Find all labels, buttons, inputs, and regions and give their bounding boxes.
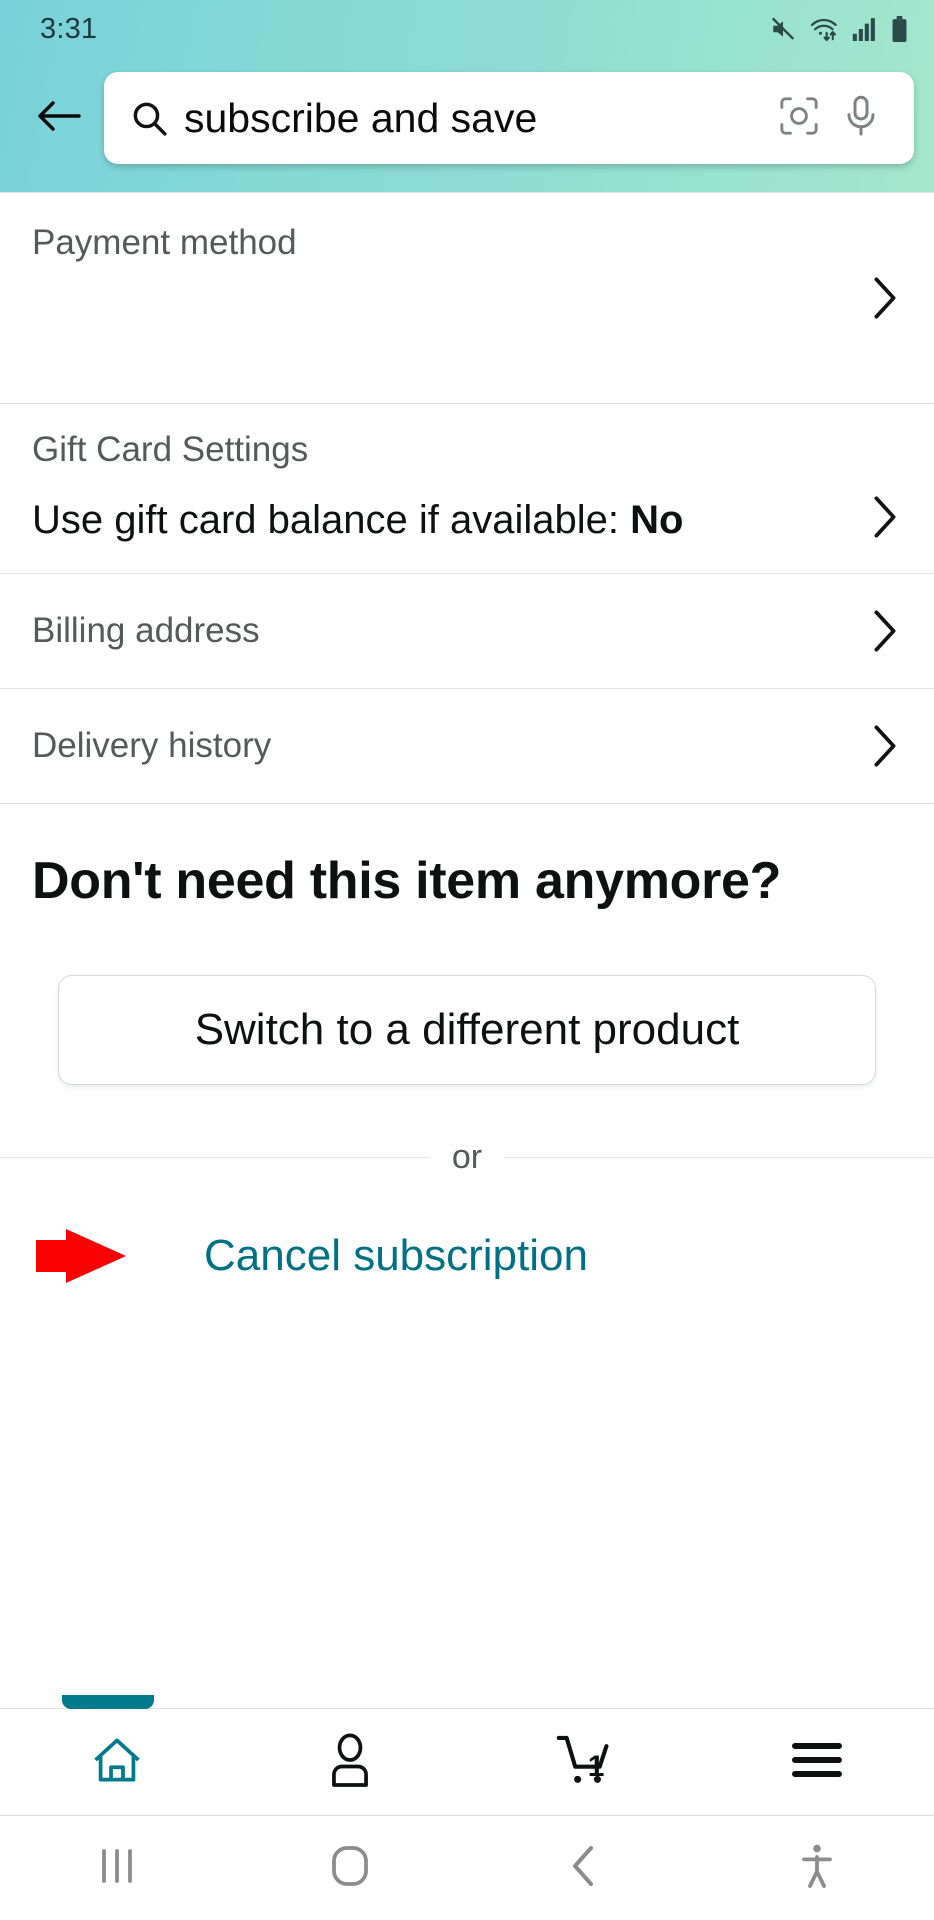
nav-item-cart[interactable]: 1 <box>467 1732 701 1793</box>
switch-product-button-label: Switch to a different product <box>194 1004 740 1054</box>
phone-screen: 3:31 subscribe and save Payment method G… <box>0 0 934 1920</box>
row-billing-address-body: Billing address <box>32 609 864 653</box>
accessibility-icon <box>800 1843 834 1894</box>
status-icon-group <box>768 16 908 42</box>
row-delivery-history-body: Delivery history <box>32 724 864 768</box>
active-tab-indicator <box>62 1695 154 1709</box>
chevron-right-icon <box>864 608 900 654</box>
system-home-button[interactable] <box>234 1844 468 1893</box>
cart-badge-count: 1 <box>587 1749 605 1783</box>
microphone-icon <box>843 95 879 142</box>
bottom-navigation-bar: 1 <box>0 1695 934 1816</box>
mute-icon <box>768 16 798 42</box>
battery-icon <box>891 16 908 42</box>
status-bar: 3:31 <box>0 0 934 58</box>
back-arrow-icon <box>36 97 82 140</box>
person-icon <box>324 1732 376 1793</box>
row-payment-method[interactable]: Payment method <box>0 193 934 403</box>
search-row: subscribe and save <box>0 58 934 178</box>
page-title: Don't need this item anymore? <box>32 851 782 910</box>
android-back-icon <box>569 1844 599 1893</box>
switch-product-button[interactable]: Switch to a different product <box>58 974 876 1085</box>
nav-item-home[interactable] <box>0 1732 234 1793</box>
voice-search-button[interactable] <box>830 95 892 142</box>
cancel-subscription-row: Cancel subscription <box>0 1177 934 1289</box>
camera-search-button[interactable] <box>768 96 830 141</box>
back-button[interactable] <box>18 77 100 159</box>
or-divider: or <box>0 1137 934 1177</box>
system-recents-button[interactable] <box>0 1846 234 1891</box>
content-area: Payment method Gift Card Settings Use gi… <box>0 192 934 1708</box>
cart-icon <box>553 1732 615 1793</box>
status-time: 3:31 <box>40 12 98 45</box>
gift-card-value-bold: No <box>630 497 684 542</box>
row-gift-card-settings[interactable]: Gift Card Settings Use gift card balance… <box>0 404 934 573</box>
system-back-button[interactable] <box>467 1844 701 1893</box>
row-gift-card-label: Gift Card Settings <box>32 430 309 469</box>
home-icon <box>89 1732 145 1793</box>
cancel-section: Don't need this item anymore? Switch to … <box>0 804 934 1085</box>
system-navigation-bar <box>0 1816 934 1920</box>
nav-item-menu[interactable] <box>701 1738 934 1787</box>
signal-icon <box>852 17 880 41</box>
app-header: 3:31 subscribe and save <box>0 0 934 192</box>
search-input[interactable]: subscribe and save <box>184 98 768 139</box>
row-delivery-history[interactable]: Delivery history <box>0 689 934 803</box>
row-gift-card-body: Gift Card Settings Use gift card balance… <box>32 428 864 547</box>
row-gift-card-value: Use gift card balance if available: No <box>32 494 840 547</box>
chevron-right-icon <box>864 494 900 540</box>
system-accessibility-button[interactable] <box>701 1843 934 1894</box>
row-delivery-history-label: Delivery history <box>32 725 272 765</box>
recent-apps-icon <box>98 1846 136 1891</box>
search-icon <box>130 99 168 137</box>
camera-lens-icon <box>779 96 819 141</box>
search-bar[interactable]: subscribe and save <box>104 72 914 164</box>
chevron-right-icon <box>864 275 900 321</box>
red-arrow-annotation <box>36 1223 188 1289</box>
or-divider-label: or <box>429 1139 505 1174</box>
row-payment-method-label: Payment method <box>32 223 297 262</box>
wifi-icon <box>809 16 841 42</box>
gift-card-value-prefix: Use gift card balance if available: <box>32 497 619 542</box>
nav-item-account[interactable] <box>234 1732 468 1793</box>
row-billing-address[interactable]: Billing address <box>0 574 934 688</box>
cancel-subscription-link[interactable]: Cancel subscription <box>204 1233 588 1278</box>
row-billing-address-label: Billing address <box>32 610 260 650</box>
android-home-icon <box>330 1844 370 1893</box>
chevron-right-icon <box>864 723 900 769</box>
row-payment-method-body: Payment method <box>32 193 864 265</box>
hamburger-menu-icon <box>789 1738 845 1787</box>
